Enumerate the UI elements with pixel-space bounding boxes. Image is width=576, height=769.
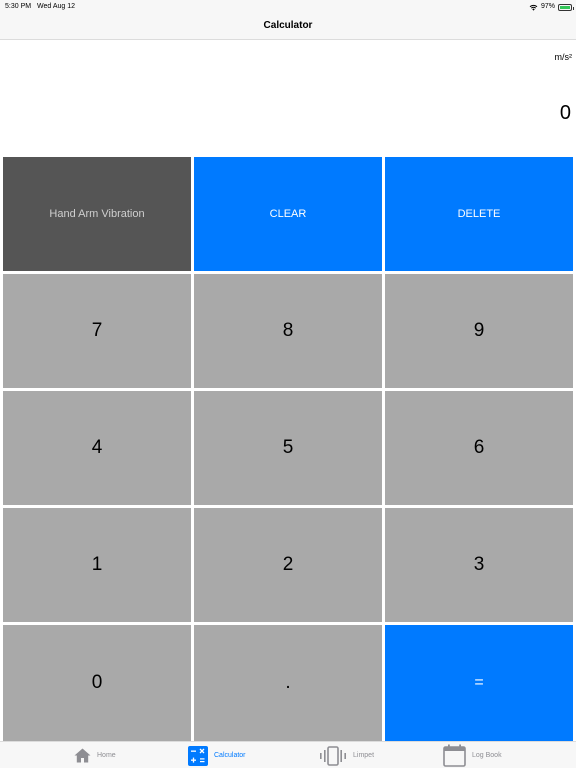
digit-9-button[interactable]: 9	[385, 274, 573, 388]
home-icon	[74, 748, 91, 763]
tab-limpet[interactable]: Limpet	[319, 742, 374, 769]
status-time: 5:30 PM	[5, 3, 32, 10]
display-value: 0	[559, 102, 571, 124]
digit-6-button[interactable]: 6	[385, 391, 573, 505]
status-bar: 5:30 PM Wed Aug 12 97%	[0, 0, 576, 14]
tab-home[interactable]: Home	[74, 742, 116, 769]
delete-button[interactable]: DELETE	[385, 157, 573, 271]
calendar-icon	[443, 744, 466, 767]
digit-4-button[interactable]: 4	[3, 391, 191, 505]
battery-percent: 97%	[540, 3, 555, 10]
equals-button[interactable]: =	[385, 625, 573, 741]
vibration-icon	[320, 745, 346, 766]
wifi-icon	[529, 4, 538, 11]
tab-log-book[interactable]: Log Book	[443, 742, 502, 769]
tab-calculator-label: Calculator	[214, 752, 246, 759]
digit-2-button[interactable]: 2	[194, 508, 382, 622]
navigation-bar: Calculator	[0, 14, 576, 40]
status-indicators: 97%	[529, 0, 574, 14]
digit-5-button[interactable]: 5	[194, 391, 382, 505]
tab-log-book-label: Log Book	[472, 752, 502, 759]
tab-home-label: Home	[97, 752, 116, 759]
clear-button[interactable]: CLEAR	[194, 157, 382, 271]
tab-limpet-label: Limpet	[353, 752, 375, 759]
digit-8-button[interactable]: 8	[194, 274, 382, 388]
unit-label: m/s²	[554, 52, 573, 62]
digit-1-button[interactable]: 1	[3, 508, 191, 622]
status-date: Wed Aug 12	[37, 3, 76, 10]
battery-charging-icon	[558, 4, 574, 11]
digit-0-button[interactable]: 0	[3, 625, 191, 741]
digit-3-button[interactable]: 3	[385, 508, 573, 622]
tab-calculator[interactable]: Calculator	[188, 742, 246, 769]
keypad: Hand Arm Vibration CLEAR DELETE 7 8 9 4 …	[0, 156, 576, 741]
decimal-button[interactable]: .	[194, 625, 382, 741]
digit-7-button[interactable]: 7	[3, 274, 191, 388]
calculator-icon	[188, 745, 208, 766]
mode-button[interactable]: Hand Arm Vibration	[3, 157, 191, 271]
tab-bar: Home Calculator Limpet Log Book	[0, 741, 576, 768]
calculator-display: m/s² 0	[0, 40, 576, 156]
page-title: Calculator	[263, 20, 313, 31]
